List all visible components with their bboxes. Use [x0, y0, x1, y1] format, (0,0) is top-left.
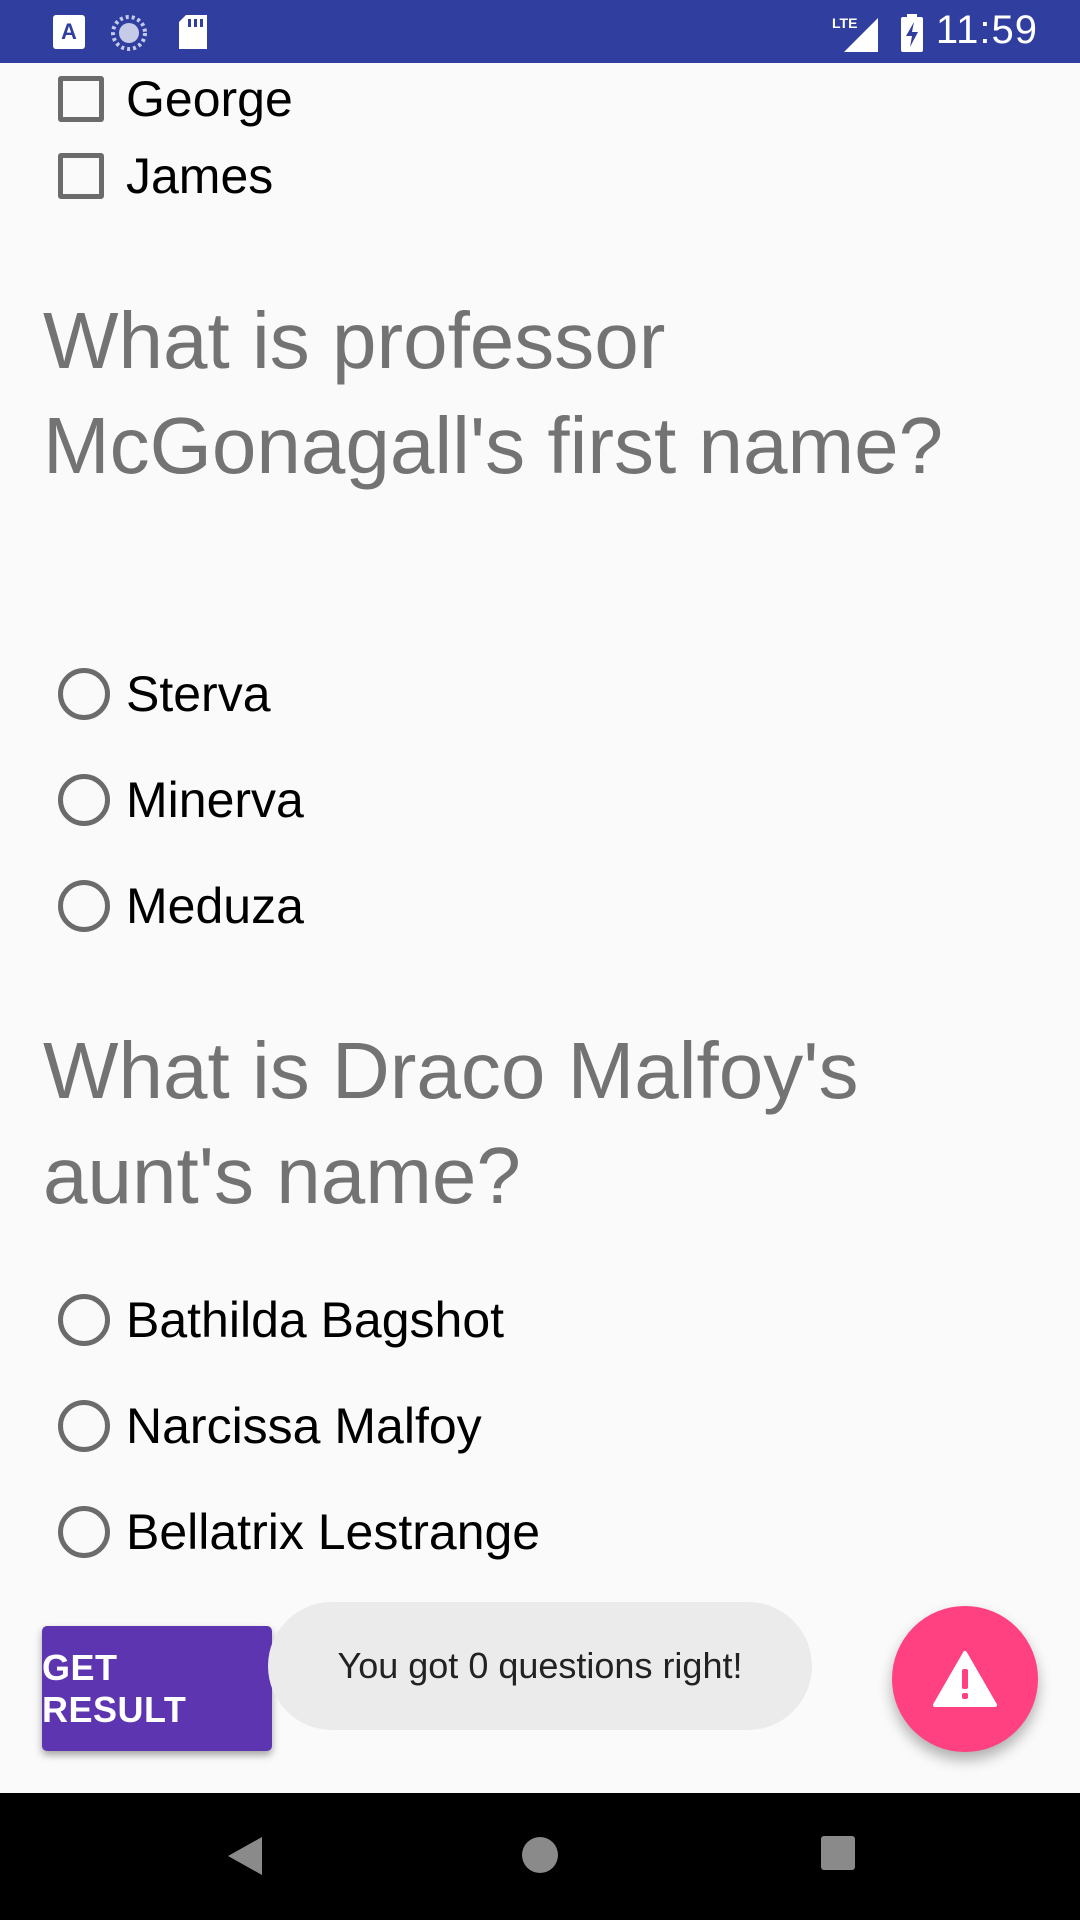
checkbox[interactable] [58, 153, 104, 199]
option-label: Minerva [126, 772, 304, 828]
checkbox-option[interactable]: James [58, 146, 273, 206]
radio-option[interactable]: Sterva [58, 664, 271, 724]
sync-icon [111, 15, 147, 51]
radio-option[interactable]: Narcissa Malfoy [58, 1396, 482, 1456]
option-label: George [126, 71, 293, 127]
warning-fab[interactable] [892, 1606, 1038, 1752]
recents-icon[interactable] [818, 1833, 858, 1873]
get-result-button[interactable]: GET RESULT [42, 1626, 272, 1751]
lte-signal-icon: LTE [832, 15, 878, 52]
quiz-content[interactable]: George James What is professor McGonagal… [0, 63, 1080, 1793]
radio-button[interactable] [58, 668, 110, 720]
option-label: James [126, 148, 274, 204]
a-notification-icon: A [53, 15, 85, 49]
checkbox[interactable] [58, 76, 104, 122]
home-icon[interactable] [518, 1833, 562, 1877]
radio-button[interactable] [58, 880, 110, 932]
question-title: What is Draco Malfoy's aunt's name? [43, 1026, 859, 1220]
option-label: Narcissa Malfoy [126, 1398, 482, 1454]
toast-message: You got 0 questions right! [268, 1602, 812, 1730]
checkbox-option[interactable]: George [58, 69, 293, 129]
radio-button[interactable] [58, 1294, 110, 1346]
option-label: Sterva [126, 666, 271, 722]
svg-text:LTE: LTE [832, 15, 857, 31]
sd-card-icon [179, 15, 207, 49]
radio-button[interactable] [58, 1400, 110, 1452]
radio-option[interactable]: Bellatrix Lestrange [58, 1502, 540, 1562]
radio-button[interactable] [58, 1506, 110, 1558]
option-label: Bathilda Bagshot [126, 1292, 505, 1348]
clock: 11:59 [935, 8, 1038, 52]
battery-charging-icon [901, 14, 923, 52]
radio-option[interactable]: Meduza [58, 876, 304, 936]
radio-option[interactable]: Bathilda Bagshot [58, 1290, 504, 1350]
back-icon[interactable] [222, 1833, 266, 1879]
question-title: What is professor McGonagall's first nam… [43, 296, 944, 490]
warning-icon [933, 1651, 997, 1707]
svg-text:A: A [61, 19, 77, 44]
option-label: Bellatrix Lestrange [126, 1504, 541, 1560]
option-label: Meduza [126, 878, 304, 934]
status-bar: A LTE 11:59 [0, 0, 1080, 63]
radio-option[interactable]: Minerva [58, 770, 304, 830]
navigation-bar [0, 1793, 1080, 1920]
radio-button[interactable] [58, 774, 110, 826]
